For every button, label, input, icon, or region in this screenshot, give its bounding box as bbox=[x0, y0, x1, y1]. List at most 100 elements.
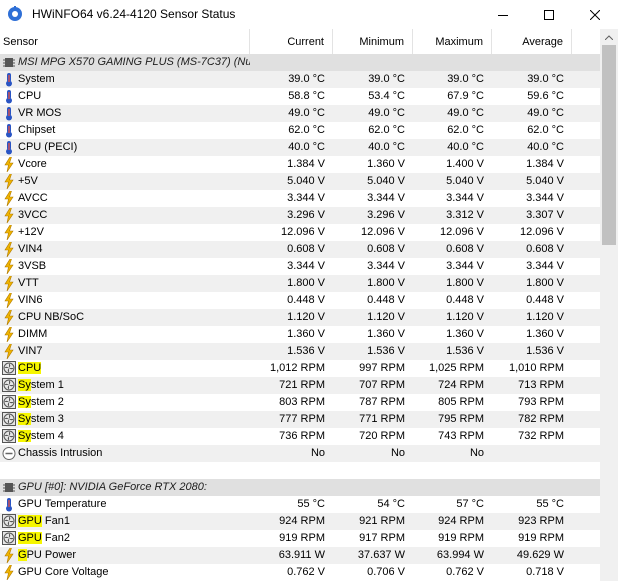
column-header: Sensor Current Minimum Maximum Average bbox=[0, 29, 600, 55]
minimize-button[interactable] bbox=[480, 0, 526, 29]
value-max: 5.040 V bbox=[446, 175, 484, 187]
sensor-name: System bbox=[18, 71, 250, 88]
sensor-name-text: VR MOS bbox=[18, 107, 62, 119]
sensor-name-text: VIN7 bbox=[18, 345, 43, 357]
value-cur: No bbox=[310, 447, 325, 459]
sensor-name-text: VIN6 bbox=[18, 294, 43, 306]
lightning-icon bbox=[4, 242, 14, 257]
sensor-name-text: CPU NB/SoC bbox=[18, 311, 85, 323]
fan-icon bbox=[2, 378, 16, 392]
sensor-row[interactable]: AVCC 3.344 V 3.344 V 3.344 V 3.344 V bbox=[0, 190, 600, 207]
fan-icon bbox=[2, 429, 16, 443]
value-cur: 1.800 V bbox=[287, 277, 325, 289]
sensor-row[interactable]: System 4 736 RPM 720 RPM 743 RPM 732 RPM bbox=[0, 428, 600, 445]
sensor-row[interactable]: System 39.0 °C 39.0 °C 39.0 °C 39.0 °C bbox=[0, 71, 600, 88]
value-cur: 777 RPM bbox=[279, 413, 325, 425]
value-cur: 1.360 V bbox=[287, 328, 325, 340]
column-header-current[interactable]: Current bbox=[250, 29, 333, 54]
sensor-name-text: 3VSB bbox=[18, 260, 47, 272]
sensor-row[interactable]: +5V 5.040 V 5.040 V 5.040 V 5.040 V bbox=[0, 173, 600, 190]
value-min: 720 RPM bbox=[359, 430, 405, 442]
value-cur: 49.0 °C bbox=[288, 107, 325, 119]
vertical-scrollbar[interactable] bbox=[600, 29, 618, 581]
sensor-name-text: stem 1 bbox=[30, 379, 64, 391]
sensor-row[interactable]: CPU (PECI) 40.0 °C 40.0 °C 40.0 °C 40.0 °C bbox=[0, 139, 600, 156]
value-max: 0.762 V bbox=[446, 566, 484, 578]
sensor-name-text: PU Power bbox=[26, 549, 77, 561]
value-min: 921 RPM bbox=[359, 515, 405, 527]
sensor-row[interactable]: Chassis Intrusion No No No bbox=[0, 445, 600, 462]
sensor-name: VTT bbox=[18, 275, 250, 292]
sensor-row[interactable]: Chipset 62.0 °C 62.0 °C 62.0 °C 62.0 °C bbox=[0, 122, 600, 139]
value-avg: 0.448 V bbox=[526, 294, 564, 306]
sensor-name-text: VIN4 bbox=[18, 243, 43, 255]
sensor-name: Chipset bbox=[18, 122, 250, 139]
sensor-group-row[interactable]: MSI MPG X570 GAMING PLUS (MS-7C37) (Nu..… bbox=[0, 54, 600, 71]
sensor-row[interactable]: +12V 12.096 V 12.096 V 12.096 V 12.096 V bbox=[0, 224, 600, 241]
sensor-row[interactable]: System 3 777 RPM 771 RPM 795 RPM 782 RPM bbox=[0, 411, 600, 428]
sensor-row[interactable]: GPU Temperature 55 °C 54 °C 57 °C 55 °C bbox=[0, 496, 600, 513]
value-avg: 12.096 V bbox=[519, 226, 564, 238]
sensor-row[interactable]: GPU Power 63.911 W 37.637 W 63.994 W 49.629 … bbox=[0, 547, 600, 564]
sensor-row[interactable]: CPU 1,012 RPM 997 RPM 1,025 RPM 1,010 RPM bbox=[0, 360, 600, 377]
close-button[interactable] bbox=[572, 0, 618, 29]
value-min: 771 RPM bbox=[359, 413, 405, 425]
sensor-name: MSI MPG X570 GAMING PLUS (MS-7C37) (Nu..… bbox=[18, 54, 250, 71]
sensor-row[interactable]: CPU 58.8 °C 53.4 °C 67.9 °C 59.6 °C bbox=[0, 88, 600, 105]
sensor-row[interactable]: GPU Fan1 924 RPM 921 RPM 924 RPM 923 RPM bbox=[0, 513, 600, 530]
sensor-name: System 1 bbox=[18, 377, 250, 394]
sensor-name: VR MOS bbox=[18, 105, 250, 122]
sensor-row[interactable]: VTT 1.800 V 1.800 V 1.800 V 1.800 V bbox=[0, 275, 600, 292]
window-title: HWiNFO64 v6.24-4120 Sensor Status bbox=[32, 7, 236, 21]
maximize-button[interactable] bbox=[526, 0, 572, 29]
sensor-name-text: stem 2 bbox=[30, 396, 64, 408]
scroll-up-button[interactable] bbox=[600, 29, 618, 45]
thermometer-icon bbox=[6, 107, 12, 121]
fan-icon bbox=[2, 514, 16, 528]
value-max: 724 RPM bbox=[438, 379, 484, 391]
sensor-row[interactable]: DIMM 1.360 V 1.360 V 1.360 V 1.360 V bbox=[0, 326, 600, 343]
sensor-name-text: GPU Temperature bbox=[18, 498, 107, 510]
value-avg: 1.536 V bbox=[526, 345, 564, 357]
value-cur: 736 RPM bbox=[279, 430, 325, 442]
minimize-icon bbox=[498, 14, 508, 16]
scrollbar-thumb[interactable] bbox=[602, 45, 616, 245]
sensor-name-text: Fan2 bbox=[41, 532, 70, 544]
value-min: 39.0 °C bbox=[368, 73, 405, 85]
sensor-name-text: System bbox=[18, 73, 55, 85]
value-avg: 59.6 °C bbox=[527, 90, 564, 102]
sensor-name-text: stem 3 bbox=[30, 413, 64, 425]
sensor-row[interactable]: VR MOS 49.0 °C 49.0 °C 49.0 °C 49.0 °C bbox=[0, 105, 600, 122]
sensor-row[interactable]: 3VCC 3.296 V 3.296 V 3.312 V 3.307 V bbox=[0, 207, 600, 224]
value-max: 57 °C bbox=[456, 498, 484, 510]
sensor-name: +5V bbox=[18, 173, 250, 190]
sensor-row[interactable]: GPU Core Voltage 0.762 V 0.706 V 0.762 V 0.7… bbox=[0, 564, 600, 581]
sensor-row[interactable]: VIN6 0.448 V 0.448 V 0.448 V 0.448 V bbox=[0, 292, 600, 309]
chevron-up-icon bbox=[605, 34, 613, 40]
sensor-row[interactable]: 3VSB 3.344 V 3.344 V 3.344 V 3.344 V bbox=[0, 258, 600, 275]
value-avg: 1.384 V bbox=[526, 158, 564, 170]
lightning-icon bbox=[4, 157, 14, 172]
column-header-maximum[interactable]: Maximum bbox=[413, 29, 492, 54]
lightning-icon bbox=[4, 344, 14, 359]
sensor-row[interactable]: System 1 721 RPM 707 RPM 724 RPM 713 RPM bbox=[0, 377, 600, 394]
fan-icon bbox=[2, 531, 16, 545]
column-header-average[interactable]: Average bbox=[492, 29, 572, 54]
sensor-name bbox=[18, 462, 250, 479]
column-header-sensor[interactable]: Sensor bbox=[0, 29, 250, 54]
value-avg: 1.120 V bbox=[526, 311, 564, 323]
value-max: 743 RPM bbox=[438, 430, 484, 442]
sensor-row[interactable]: System 2 803 RPM 787 RPM 805 RPM 793 RPM bbox=[0, 394, 600, 411]
sensor-name: GPU Temperature bbox=[18, 496, 250, 513]
sensor-name: 3VSB bbox=[18, 258, 250, 275]
sensor-row[interactable]: Vcore 1.384 V 1.360 V 1.400 V 1.384 V bbox=[0, 156, 600, 173]
sensor-group-row[interactable]: GPU [#0]: NVIDIA GeForce RTX 2080: bbox=[0, 479, 600, 496]
sensor-row[interactable]: CPU NB/SoC 1.120 V 1.120 V 1.120 V 1.120 V bbox=[0, 309, 600, 326]
sensor-table: MSI MPG X570 GAMING PLUS (MS-7C37) (Nu..… bbox=[0, 54, 600, 581]
highlighted-text: Sy bbox=[18, 396, 31, 408]
sensor-row[interactable]: VIN4 0.608 V 0.608 V 0.608 V 0.608 V bbox=[0, 241, 600, 258]
column-header-minimum[interactable]: Minimum bbox=[333, 29, 413, 54]
sensor-name: GPU Fan2 bbox=[18, 530, 250, 547]
sensor-row[interactable]: VIN7 1.536 V 1.536 V 1.536 V 1.536 V bbox=[0, 343, 600, 360]
sensor-row[interactable]: GPU Fan2 919 RPM 917 RPM 919 RPM 919 RPM bbox=[0, 530, 600, 547]
